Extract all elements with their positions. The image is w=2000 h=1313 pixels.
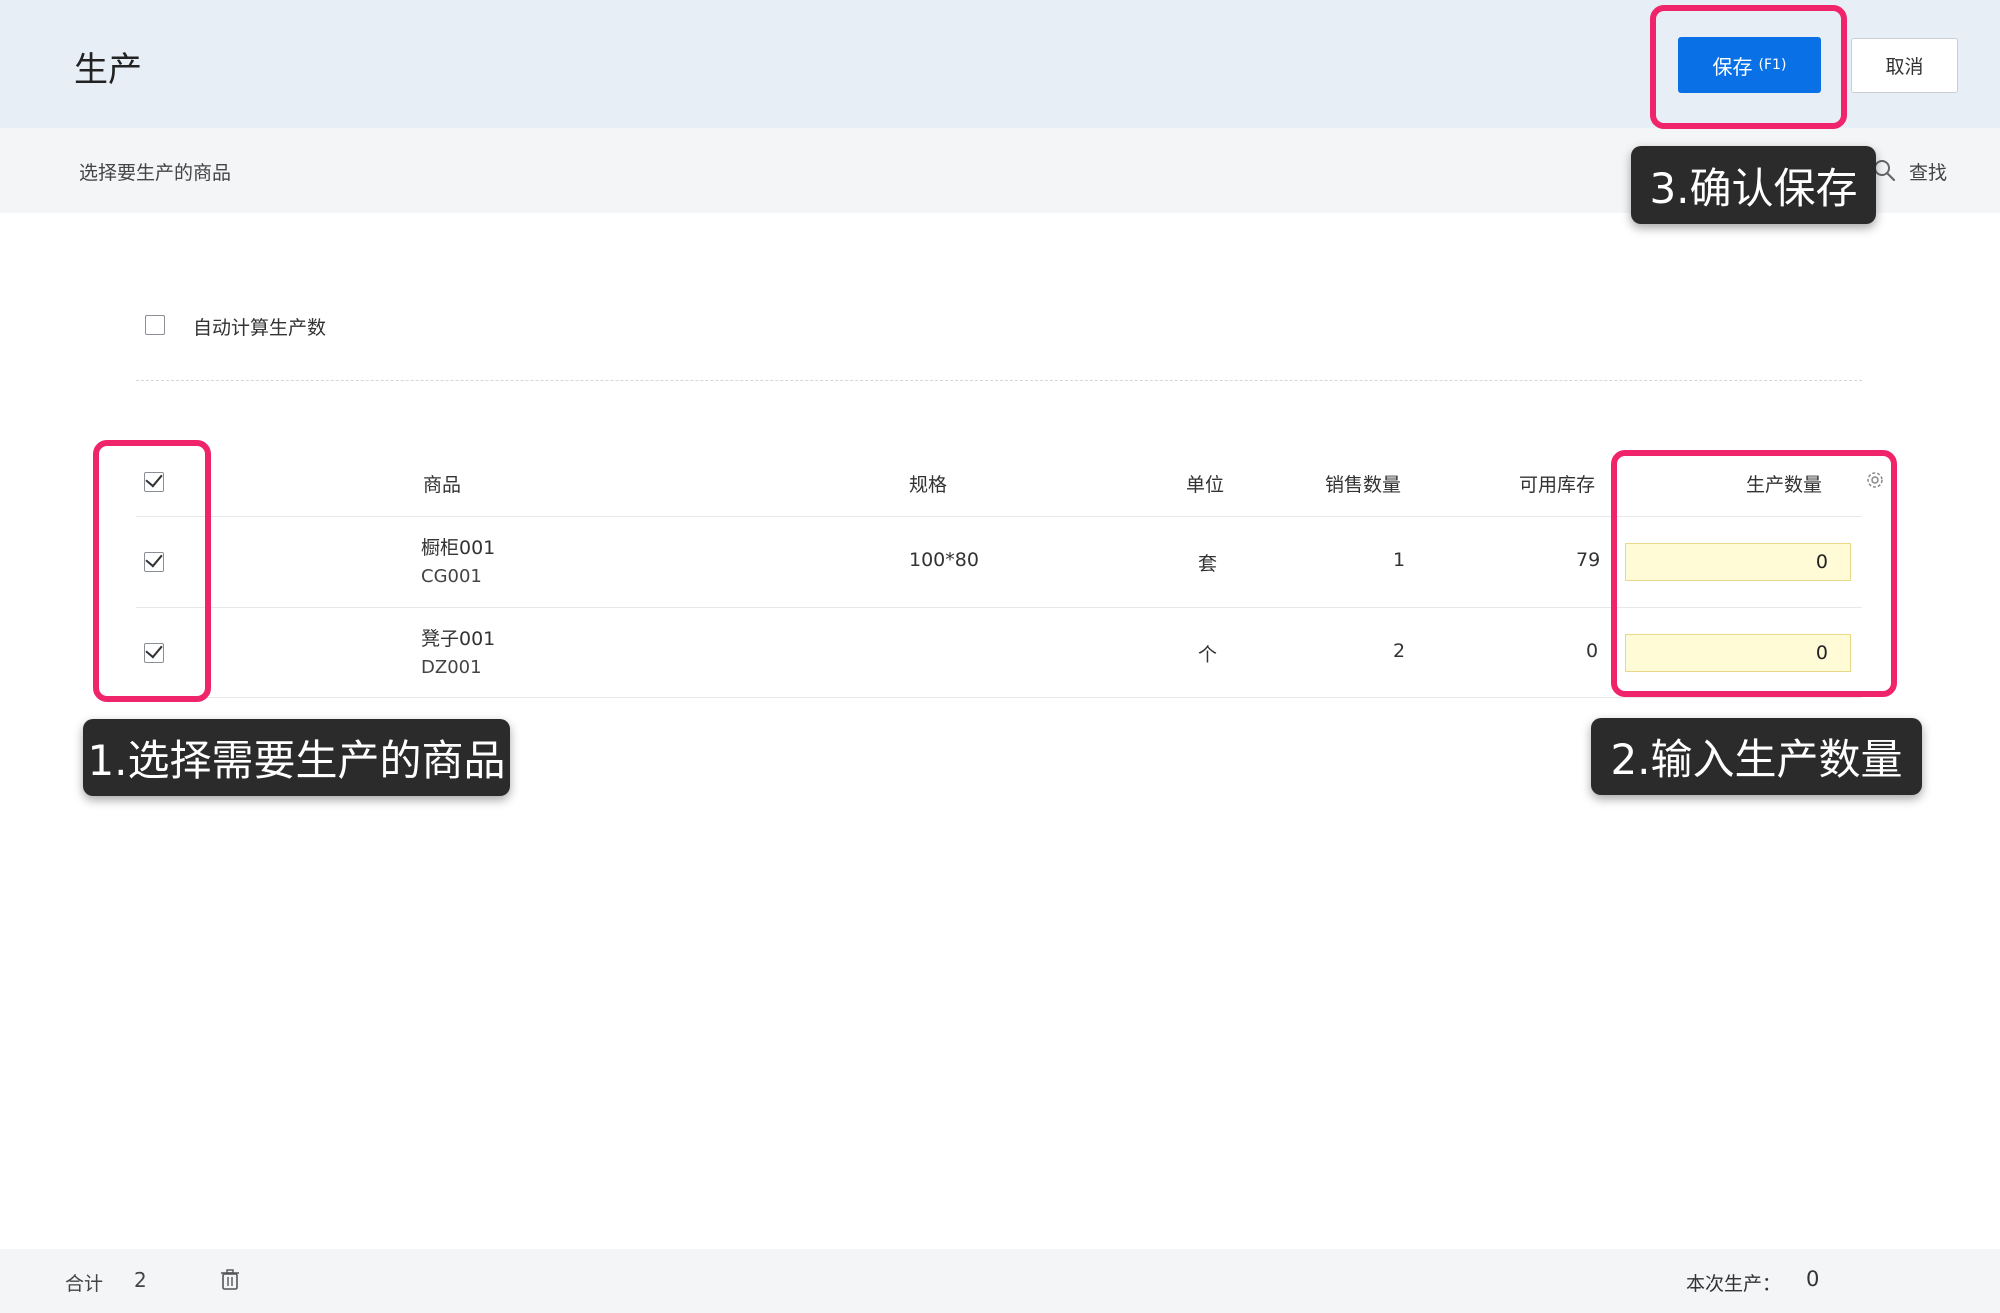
product-name: 凳子001 xyxy=(421,628,496,650)
search-link[interactable]: 查找 xyxy=(1909,158,1947,185)
production-qty-highlight xyxy=(1611,450,1897,697)
column-header-product[interactable]: 商品 xyxy=(423,470,461,497)
product-code: CG001 xyxy=(421,566,482,587)
sales-qty: 1 xyxy=(1393,549,1406,571)
column-header-unit[interactable]: 单位 xyxy=(1186,470,1224,497)
sales-qty: 2 xyxy=(1393,640,1406,662)
step2-callout: 2.输入生产数量 xyxy=(1591,718,1922,795)
available-stock: 79 xyxy=(1576,549,1601,571)
row-divider xyxy=(136,516,1862,517)
auto-calc-checkbox[interactable] xyxy=(145,315,165,335)
step3-callout: 3.确认保存 xyxy=(1631,146,1876,224)
page-footer: 合计 2 本次生产： 0 xyxy=(0,1249,2000,1313)
product-code: DZ001 xyxy=(421,657,482,678)
column-header-stock[interactable]: 可用库存 xyxy=(1519,470,1595,497)
auto-calc-label: 自动计算生产数 xyxy=(193,317,327,339)
column-header-spec[interactable]: 规格 xyxy=(909,470,947,497)
total-label: 合计 xyxy=(65,1273,104,1295)
page-title: 生产 xyxy=(74,50,142,90)
cancel-button[interactable]: 取消 xyxy=(1851,38,1958,93)
product-unit: 个 xyxy=(1198,644,1218,666)
trash-icon[interactable] xyxy=(221,1269,239,1291)
production-page: 生产 保存 (F1) 取消 选择要生产的商品 查找 自动计算生产数 商品 规格 … xyxy=(0,0,2000,1313)
divider xyxy=(136,380,1862,381)
production-total-label: 本次生产： xyxy=(1686,1273,1782,1295)
total-count: 2 xyxy=(134,1268,147,1292)
row-divider xyxy=(136,697,1862,698)
production-total-value: 0 xyxy=(1806,1267,1820,1291)
toolbar-label: 选择要生产的商品 xyxy=(79,162,232,184)
product-spec: 100*80 xyxy=(909,549,979,571)
column-header-sales-qty[interactable]: 销售数量 xyxy=(1325,470,1401,497)
save-button-highlight xyxy=(1650,5,1847,129)
step1-callout: 1.选择需要生产的商品 xyxy=(83,719,510,796)
product-name: 橱柜001 xyxy=(421,537,496,559)
row-divider xyxy=(136,607,1862,608)
select-column-highlight xyxy=(93,440,211,702)
available-stock: 0 xyxy=(1586,640,1599,662)
product-unit: 套 xyxy=(1198,553,1218,575)
